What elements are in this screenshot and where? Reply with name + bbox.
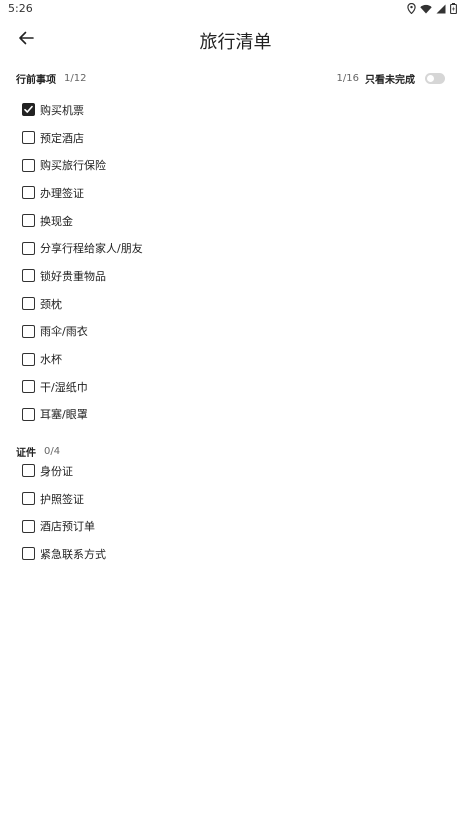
item-label: 分享行程给家人/朋友	[40, 242, 143, 256]
checkbox[interactable]	[22, 547, 35, 561]
checklist-item[interactable]: 换现金	[22, 207, 143, 235]
checkbox[interactable]	[22, 519, 35, 533]
checklist-item[interactable]: 购买机票	[22, 96, 143, 124]
check-icon	[24, 106, 33, 114]
status-icons	[407, 3, 457, 14]
section-count: 0/4	[44, 445, 61, 457]
item-label: 预定酒店	[40, 131, 84, 145]
checklist-item[interactable]: 雨伞/雨衣	[22, 318, 143, 346]
signal-icon	[436, 4, 446, 14]
item-label: 锁好贵重物品	[40, 269, 106, 283]
checklist-item[interactable]: 颈枕	[22, 290, 143, 318]
checkbox[interactable]	[22, 352, 35, 366]
checklist-documents: 身份证 护照签证 酒店预订单 紧急联系方式	[22, 457, 106, 568]
page-title: 旅行清单	[199, 32, 272, 53]
checkbox[interactable]	[22, 407, 35, 421]
item-label: 雨伞/雨衣	[40, 325, 88, 339]
section-header-pre-trip: 行前事项 1/12	[16, 70, 86, 86]
checkbox[interactable]	[22, 186, 35, 200]
section-count: 1/12	[64, 72, 87, 84]
checkbox[interactable]	[22, 464, 35, 478]
checklist-pre-trip: 购买机票 预定酒店 购买旅行保险 办理签证 换现金 分享行程给家人/朋友 锁好贵…	[22, 96, 143, 428]
checkbox[interactable]	[22, 297, 35, 311]
checklist-item[interactable]: 干/湿纸巾	[22, 373, 143, 401]
checkbox-checked[interactable]	[22, 103, 35, 117]
status-bar: 5:26	[0, 0, 471, 20]
checklist-item[interactable]: 办理签证	[22, 179, 143, 207]
checkbox[interactable]	[22, 380, 35, 394]
filter-bar: 1/16 只看未完成	[337, 70, 445, 86]
item-label: 购买机票	[40, 103, 84, 117]
checklist-item[interactable]: 耳塞/眼罩	[22, 401, 143, 429]
item-label: 换现金	[40, 214, 73, 228]
item-label: 干/湿纸巾	[40, 380, 88, 394]
item-label: 水杯	[40, 353, 62, 367]
item-label: 身份证	[40, 464, 73, 478]
checkbox[interactable]	[22, 131, 35, 145]
item-label: 护照签证	[40, 492, 84, 506]
app-bar: 旅行清单	[0, 20, 471, 60]
show-incomplete-toggle[interactable]	[425, 72, 445, 84]
checklist-item[interactable]: 水杯	[22, 345, 143, 373]
item-label: 紧急联系方式	[40, 547, 106, 561]
item-label: 颈枕	[40, 297, 62, 311]
battery-icon	[450, 3, 457, 14]
checklist-item[interactable]: 紧急联系方式	[22, 540, 106, 568]
item-label: 酒店预订单	[40, 520, 95, 534]
checklist-item[interactable]: 预定酒店	[22, 124, 143, 152]
checklist-item[interactable]: 锁好贵重物品	[22, 262, 143, 290]
filter-label: 只看未完成	[365, 74, 415, 86]
checkbox[interactable]	[22, 324, 35, 338]
checklist-item[interactable]: 护照签证	[22, 485, 106, 513]
checklist-item[interactable]: 酒店预订单	[22, 512, 106, 540]
item-label: 购买旅行保险	[40, 159, 106, 173]
item-label: 办理签证	[40, 186, 84, 200]
wifi-icon	[420, 4, 432, 14]
checkbox[interactable]	[22, 241, 35, 255]
checkbox[interactable]	[22, 214, 35, 228]
checklist-item[interactable]: 分享行程给家人/朋友	[22, 234, 143, 262]
checkbox[interactable]	[22, 269, 35, 283]
filter-count: 1/16	[336, 72, 359, 84]
status-time: 5:26	[8, 2, 33, 15]
section-title: 行前事项	[16, 74, 56, 86]
checkbox[interactable]	[22, 492, 35, 506]
checklist-item[interactable]: 购买旅行保险	[22, 151, 143, 179]
checklist-item[interactable]: 身份证	[22, 457, 106, 485]
location-icon	[407, 3, 416, 14]
checkbox[interactable]	[22, 158, 35, 172]
item-label: 耳塞/眼罩	[40, 408, 88, 422]
